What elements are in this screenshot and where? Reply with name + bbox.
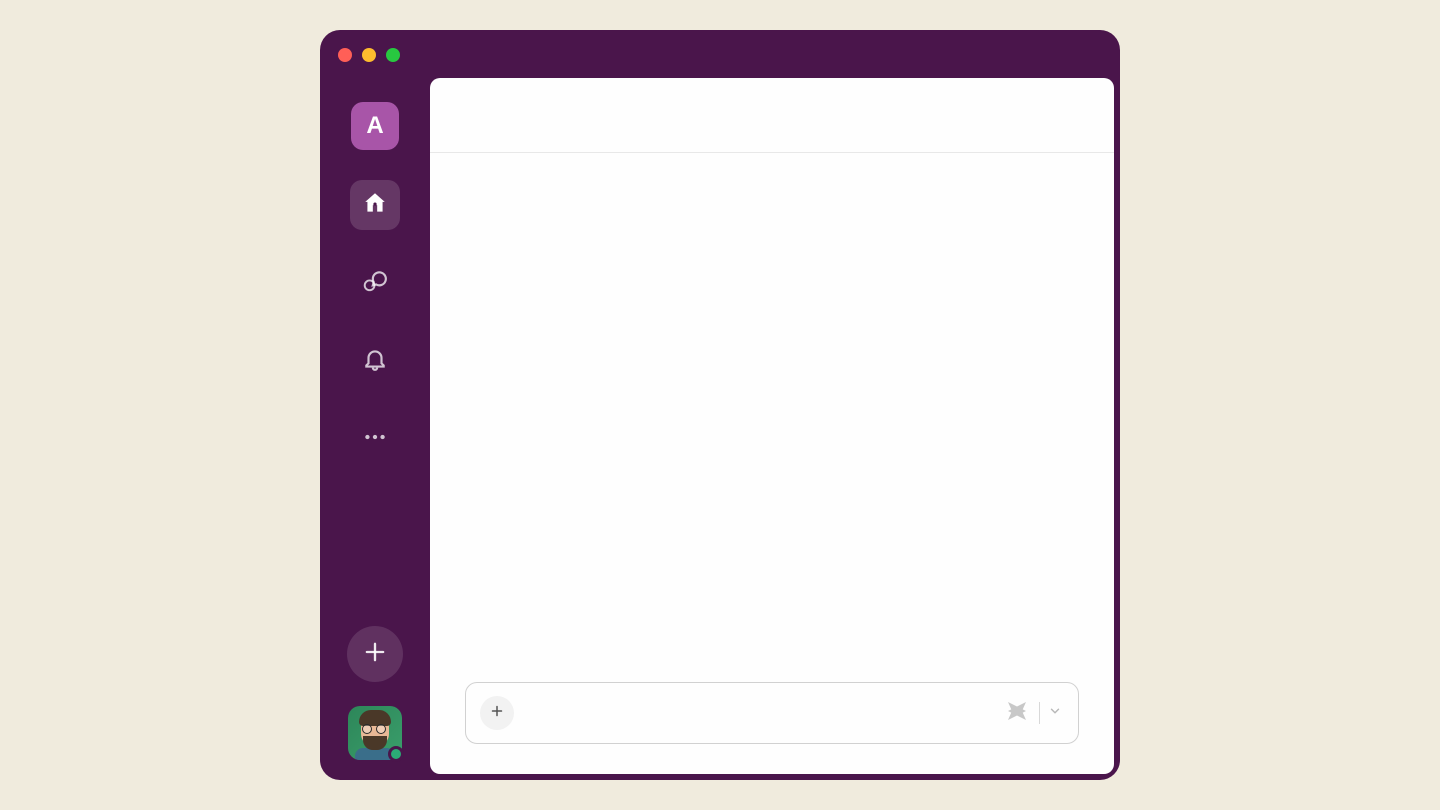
plus-icon xyxy=(488,702,506,725)
status-indicator xyxy=(388,746,404,762)
plus-icon xyxy=(361,638,389,671)
app-window: A xyxy=(320,30,1120,780)
composer-area xyxy=(430,682,1114,774)
bell-icon xyxy=(362,346,388,377)
send-button[interactable] xyxy=(1001,695,1033,732)
chat-icon xyxy=(362,268,388,299)
workspace-switcher[interactable]: A xyxy=(351,102,399,150)
chevron-down-icon xyxy=(1048,704,1062,723)
attach-button[interactable] xyxy=(480,696,514,730)
sidebar: A xyxy=(320,78,430,760)
send-options-button[interactable] xyxy=(1046,702,1064,725)
nav-activity[interactable] xyxy=(350,336,400,386)
send-icon xyxy=(1005,699,1029,728)
message-list xyxy=(430,153,1114,682)
window-controls xyxy=(338,48,400,62)
sidebar-bottom xyxy=(347,626,403,760)
channel-header xyxy=(430,78,1114,153)
close-button[interactable] xyxy=(338,48,352,62)
minimize-button[interactable] xyxy=(362,48,376,62)
workspace-letter: A xyxy=(366,112,383,140)
nav-dms[interactable] xyxy=(350,258,400,308)
compose-button[interactable] xyxy=(347,626,403,682)
divider xyxy=(1039,702,1040,724)
nav-home[interactable] xyxy=(350,180,400,230)
message-composer[interactable] xyxy=(465,682,1079,744)
user-menu[interactable] xyxy=(348,706,402,760)
more-icon xyxy=(362,424,388,455)
maximize-button[interactable] xyxy=(386,48,400,62)
home-icon xyxy=(362,190,388,221)
main-panel xyxy=(430,78,1114,774)
composer-actions xyxy=(1001,695,1064,732)
nav-more[interactable] xyxy=(350,414,400,464)
